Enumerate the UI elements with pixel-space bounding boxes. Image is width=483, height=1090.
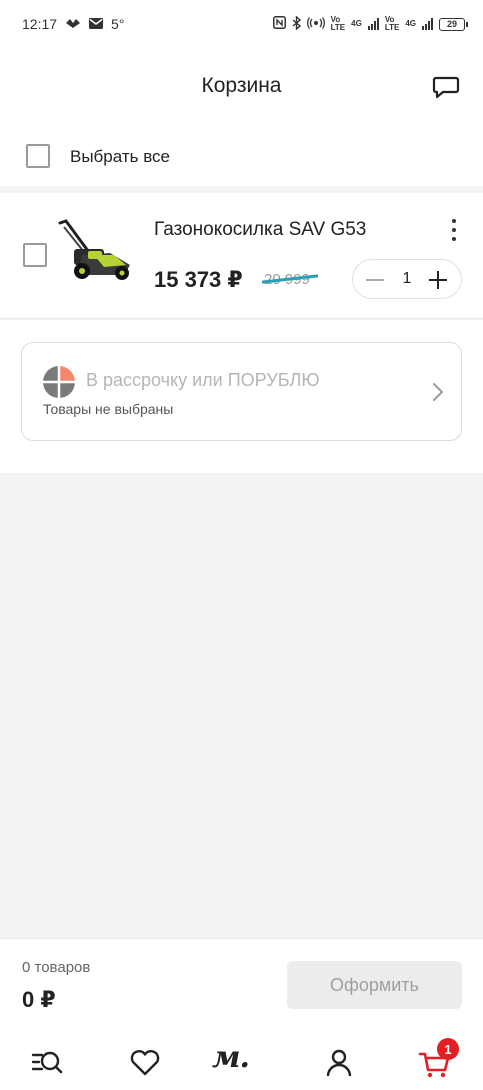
chat-button[interactable] xyxy=(431,72,461,102)
header: Корзина xyxy=(0,48,483,128)
quantity-stepper: 1 xyxy=(352,259,462,299)
cart-badge: 1 xyxy=(437,1038,459,1060)
checkout-button[interactable]: Оформить xyxy=(287,961,462,1009)
status-bar: 12:17 5° Vo LTE 4G Vo LTE 4G 29 xyxy=(0,0,483,48)
bottom-nav: м. 1 xyxy=(0,1032,483,1090)
dot xyxy=(452,237,456,241)
nfc-icon xyxy=(272,16,286,32)
net1-bottom: LTE xyxy=(330,23,346,32)
installment-section: В рассрочку или ПОРУБЛЮ Товары не выбран… xyxy=(0,320,483,473)
catalog-search-icon xyxy=(31,1051,63,1074)
hotspot-icon xyxy=(306,16,325,32)
nav-favorites[interactable] xyxy=(128,1046,162,1080)
dot xyxy=(452,219,456,223)
strikethrough-icon xyxy=(262,274,318,284)
item-checkbox[interactable] xyxy=(23,243,47,267)
chat-icon xyxy=(432,76,460,99)
signal-bars-1-icon xyxy=(367,18,379,30)
product-price: 15 373 ₽ xyxy=(154,267,243,292)
page-title: Корзина xyxy=(201,74,282,97)
network-4g-2: 4G xyxy=(405,20,416,28)
network-volte-2: Vo LTE xyxy=(385,16,400,32)
status-left: 12:17 5° xyxy=(22,16,124,32)
mail-icon xyxy=(89,17,104,32)
product-image[interactable] xyxy=(54,219,136,283)
bluetooth-icon xyxy=(292,14,301,33)
nav-catalog[interactable] xyxy=(30,1046,64,1080)
net3-bottom: LTE xyxy=(384,23,400,32)
net2-label: 4G xyxy=(351,19,362,28)
installment-subtitle: Товары не выбраны xyxy=(43,401,174,417)
increment-button[interactable] xyxy=(429,271,447,289)
signal-bars-2-icon xyxy=(422,18,433,30)
product-title[interactable]: Газонокосилка SAV G53 xyxy=(154,219,366,241)
checkout-footer: 0 товаров 0 ₽ Оформить xyxy=(0,938,483,1032)
select-all-checkbox[interactable] xyxy=(26,144,50,168)
status-temperature: 5° xyxy=(111,16,125,32)
net4-label: 4G xyxy=(405,19,416,28)
items-count: 0 товаров xyxy=(22,959,91,976)
select-all-row[interactable]: Выбрать все xyxy=(0,128,483,186)
status-time: 12:17 xyxy=(22,16,58,32)
total-price: 0 ₽ xyxy=(22,987,56,1012)
health-icon xyxy=(65,17,81,32)
battery-level: 29 xyxy=(446,19,457,29)
heart-icon xyxy=(130,1050,160,1076)
dot xyxy=(452,228,456,232)
nav-profile[interactable] xyxy=(322,1046,356,1080)
network-4g-1: 4G xyxy=(351,20,362,28)
installment-logo-icon xyxy=(42,365,76,399)
cart-item: Газонокосилка SAV G53 15 373 ₽ 20 999 1 xyxy=(0,193,483,319)
profile-icon xyxy=(326,1049,352,1077)
item-menu-button[interactable] xyxy=(444,217,464,243)
chevron-right-icon xyxy=(433,383,444,401)
installment-title: В рассрочку или ПОРУБЛЮ xyxy=(86,370,320,390)
battery-icon: 29 xyxy=(439,17,468,31)
network-volte-1: Vo LTE xyxy=(331,16,346,32)
select-all-label: Выбрать все xyxy=(70,147,170,166)
installment-card[interactable]: В рассрочку или ПОРУБЛЮ Товары не выбран… xyxy=(21,342,462,441)
status-right: Vo LTE 4G Vo LTE 4G 29 xyxy=(272,14,468,33)
nav-home-logo[interactable]: м. xyxy=(212,1040,250,1075)
